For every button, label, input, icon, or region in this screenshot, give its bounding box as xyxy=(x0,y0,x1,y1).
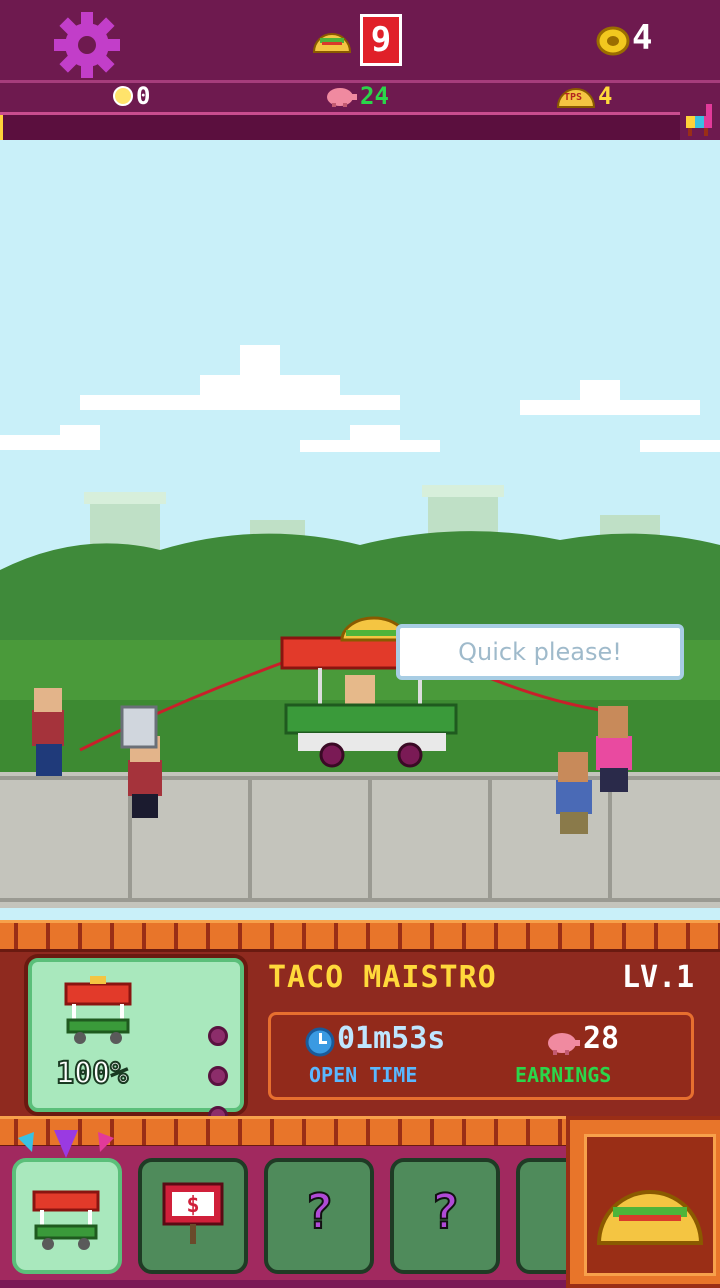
nav-locked-button[interactable]: ? xyxy=(390,1158,500,1274)
open-time-value: 01m53s xyxy=(337,1021,446,1056)
dollar-sign-icon: $ xyxy=(162,1182,224,1244)
customer xyxy=(596,706,632,792)
locked-question-mark: ? xyxy=(304,1183,335,1241)
locked-question-mark: ? xyxy=(430,1183,461,1241)
coin-icon xyxy=(596,26,630,56)
nav-sign-button[interactable]: $ xyxy=(138,1158,248,1274)
earnings-value: 28 xyxy=(583,1021,620,1056)
pattern-border-top xyxy=(0,920,720,952)
customer xyxy=(556,752,592,834)
scene-background xyxy=(0,345,720,908)
hud-top-row: 9 4 xyxy=(0,0,720,80)
big-taco-icon xyxy=(596,1190,704,1245)
top-hud: 9 4 0 24 TPS 4 xyxy=(0,0,720,144)
stall-level: LV.1 xyxy=(622,960,695,995)
stall-panel: 100% TACO MAISTRO LV.1 01m53s OPEN TIME … xyxy=(0,920,720,1288)
taco-icon xyxy=(312,33,352,53)
game-scene[interactable]: Quick please! xyxy=(0,140,720,920)
nav-locked-button[interactable]: ? xyxy=(264,1158,374,1274)
stall-card[interactable]: 100% xyxy=(28,958,244,1126)
hud-stats-row: 0 24 TPS 4 xyxy=(0,80,720,113)
piggy-count: 24 xyxy=(360,82,389,110)
crown-icon xyxy=(18,1130,114,1158)
clock-icon xyxy=(305,1027,335,1057)
stall-percent: 100% xyxy=(55,1055,129,1092)
menu-sign xyxy=(120,705,158,749)
coin-count: 4 xyxy=(632,18,653,58)
piggy-bank-icon xyxy=(327,88,357,107)
customer xyxy=(32,688,64,776)
open-time-label: OPEN TIME xyxy=(309,1063,418,1087)
speech-bubble: Quick please! xyxy=(396,624,684,680)
piggy-bank-icon xyxy=(548,1033,580,1055)
xp-progress-fill xyxy=(0,115,3,141)
stall-icon xyxy=(32,1190,100,1250)
upgrade-dot xyxy=(208,1026,228,1046)
taco-count: 9 xyxy=(360,14,402,66)
tps-label: TPS xyxy=(564,92,583,103)
gem-icon xyxy=(113,86,133,106)
nav-stall-button[interactable] xyxy=(12,1158,122,1274)
stall-info-box: 01m53s OPEN TIME 28 EARNINGS xyxy=(268,1012,694,1100)
taco-tap-button[interactable] xyxy=(566,1116,720,1288)
stall-name: TACO MAISTRO xyxy=(268,960,497,995)
stall-icon xyxy=(64,976,132,1044)
clouds xyxy=(0,345,720,452)
gear-icon[interactable] xyxy=(52,10,122,80)
pinata-icon[interactable] xyxy=(680,100,718,138)
gem-count: 0 xyxy=(136,82,151,110)
tps-count: 4 xyxy=(598,82,613,110)
earnings-label: EARNINGS xyxy=(515,1063,612,1087)
svg-text:$: $ xyxy=(186,1193,199,1218)
upgrade-dot xyxy=(208,1066,228,1086)
